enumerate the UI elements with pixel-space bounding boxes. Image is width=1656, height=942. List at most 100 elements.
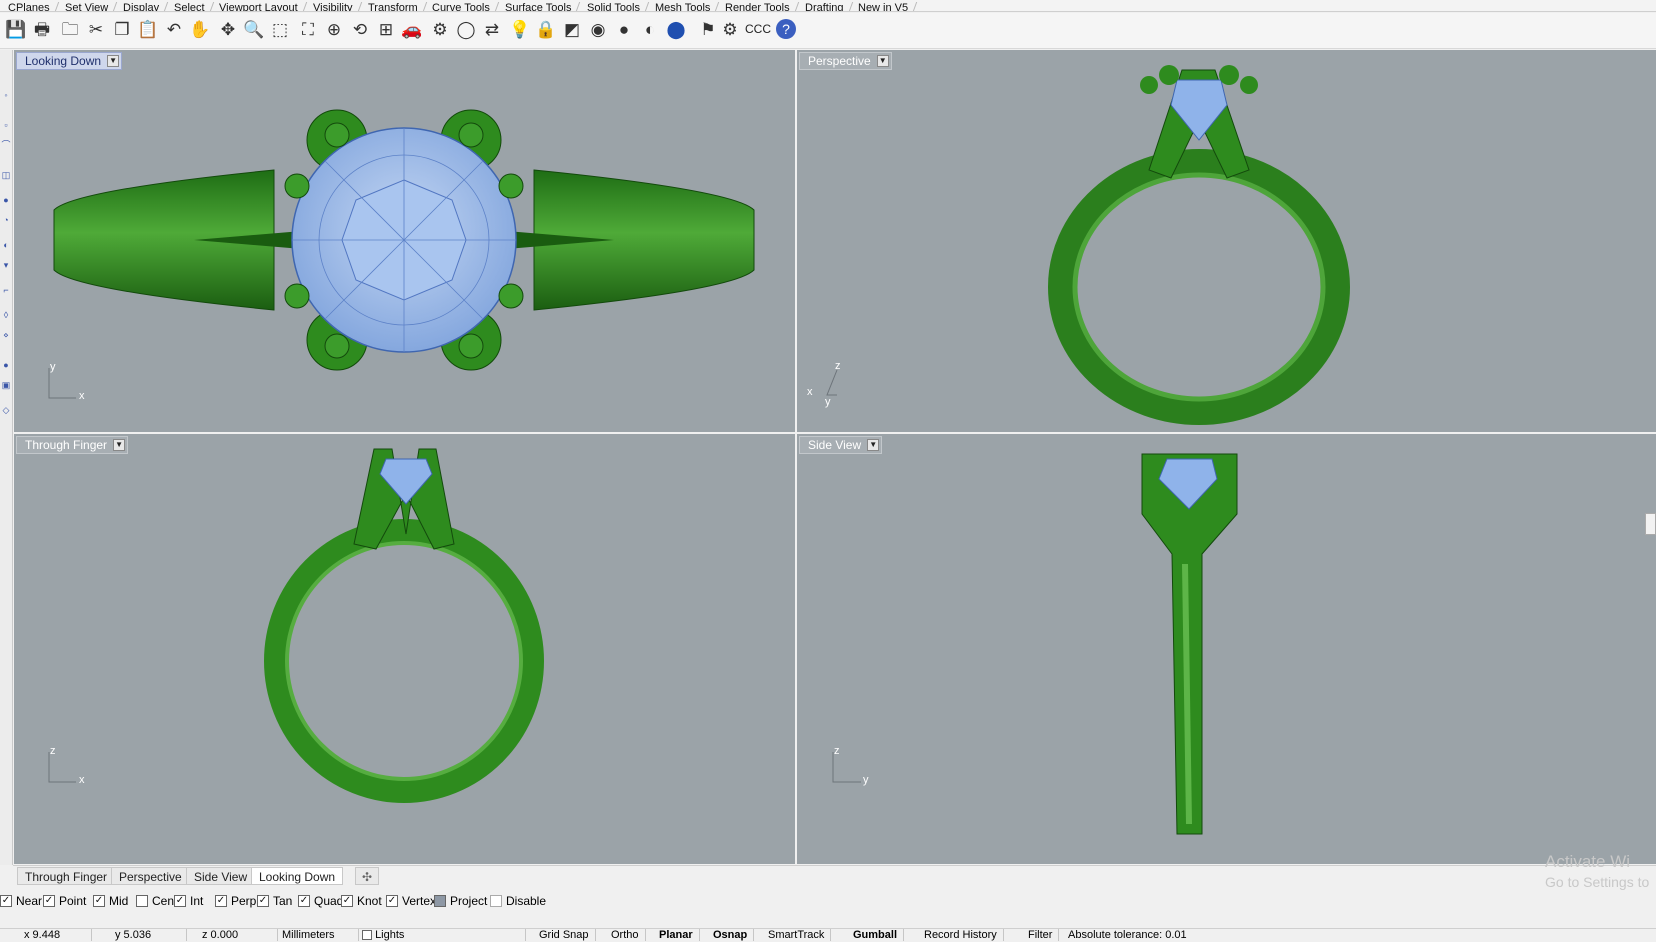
- viewport-menu-arrow-icon[interactable]: ▼: [107, 55, 120, 67]
- undo-icon[interactable]: ↶: [162, 17, 186, 41]
- light-bulb-icon[interactable]: 💡: [508, 17, 532, 41]
- lock-icon[interactable]: 🔒: [534, 17, 558, 41]
- left-tool-icon[interactable]: ◊: [1, 310, 11, 320]
- flag-icon[interactable]: ⚑: [696, 17, 720, 41]
- checkbox[interactable]: ✓: [0, 895, 12, 907]
- left-tool-icon[interactable]: ●: [1, 360, 11, 370]
- menu-tab-cplanes[interactable]: CPlanes: [0, 2, 59, 11]
- record-history-toggle[interactable]: Record History: [918, 929, 1004, 941]
- car-icon[interactable]: 🚗: [400, 17, 424, 41]
- menu-tab-visibility[interactable]: Visibility: [302, 2, 362, 11]
- menu-tab-render-tools[interactable]: Render Tools: [714, 2, 799, 11]
- tab-perspective[interactable]: Perspective: [111, 867, 190, 885]
- lights-toggle[interactable]: Lights: [356, 929, 526, 941]
- rotate-view-icon[interactable]: ✥: [216, 17, 240, 41]
- left-tool-icon[interactable]: ⌒: [1, 140, 11, 150]
- osnap-quad[interactable]: ✓ Quad: [298, 894, 343, 908]
- add-viewport-tab-icon[interactable]: ✣: [355, 867, 380, 885]
- units-label[interactable]: Millimeters: [276, 929, 359, 941]
- menu-tab-surface-tools[interactable]: Surface Tools: [495, 2, 581, 11]
- left-tool-icon[interactable]: ◫: [1, 170, 11, 180]
- zoom-icon[interactable]: 🔍: [242, 17, 266, 41]
- color-wheel-icon[interactable]: ◉: [586, 17, 610, 41]
- viewport-title[interactable]: Perspective ▼: [799, 52, 892, 70]
- open-icon[interactable]: 🗀: [58, 17, 82, 41]
- viewport-title[interactable]: Side View ▼: [799, 436, 883, 454]
- osnap-cen[interactable]: Cen: [136, 894, 174, 908]
- zoom-window-icon[interactable]: ⬚: [268, 17, 292, 41]
- menu-tab-curve-tools[interactable]: Curve Tools: [422, 2, 500, 11]
- osnap-toggle[interactable]: Osnap: [707, 929, 755, 941]
- filter-toggle[interactable]: Filter: [1022, 929, 1060, 941]
- tab-looking-down[interactable]: Looking Down: [251, 867, 344, 885]
- viewport-title[interactable]: Looking Down ▼: [16, 52, 123, 70]
- osnap-knot[interactable]: ✓ Knot: [341, 894, 382, 908]
- circle-snap-icon[interactable]: ◯: [454, 17, 478, 41]
- material-sphere-icon[interactable]: ●: [612, 17, 636, 41]
- left-tool-icon[interactable]: ⋄: [1, 330, 11, 340]
- checkbox[interactable]: [490, 895, 502, 907]
- gear-icon[interactable]: ⚙: [718, 17, 742, 41]
- undo-view-icon[interactable]: ⟲: [348, 17, 372, 41]
- menu-tab-select[interactable]: Select: [163, 2, 214, 11]
- save-icon[interactable]: 💾: [4, 17, 28, 41]
- side-panel-edge[interactable]: [1645, 513, 1656, 535]
- left-tool-icon[interactable]: ⌐: [1, 285, 11, 295]
- left-tool-icon[interactable]: ◐: [1, 240, 11, 250]
- viewport-menu-arrow-icon[interactable]: ▼: [113, 439, 126, 451]
- checkbox[interactable]: ✓: [298, 895, 310, 907]
- zoom-selected-icon[interactable]: ⊕: [322, 17, 346, 41]
- cut-icon[interactable]: ✂: [84, 17, 108, 41]
- gumball-toggle[interactable]: Gumball: [847, 929, 905, 941]
- menu-tab-drafting[interactable]: Drafting: [794, 2, 853, 11]
- osnap-tan[interactable]: ✓ Tan: [257, 894, 292, 908]
- paste-icon[interactable]: 📋: [136, 17, 160, 41]
- checkbox[interactable]: ✓: [257, 895, 269, 907]
- blue-sphere-icon[interactable]: ⬤: [664, 17, 688, 41]
- left-tool-icon[interactable]: ▣: [1, 380, 11, 390]
- checkbox[interactable]: ✓: [93, 895, 105, 907]
- checkbox[interactable]: ✓: [215, 895, 227, 907]
- osnap-disable[interactable]: Disable: [490, 894, 546, 908]
- four-viewports-icon[interactable]: ⊞: [374, 17, 398, 41]
- tab-through-finger[interactable]: Through Finger: [17, 867, 116, 885]
- osnap-int[interactable]: ✓ Int: [174, 894, 203, 908]
- checkbox[interactable]: ✓: [174, 895, 186, 907]
- checkbox[interactable]: [136, 895, 148, 907]
- ccc-button[interactable]: CCC: [743, 17, 773, 41]
- left-tool-icon[interactable]: ◔: [1, 215, 11, 225]
- left-tool-icon[interactable]: ◦: [1, 90, 11, 100]
- menu-tab-viewport-layout[interactable]: Viewport Layout: [209, 2, 308, 11]
- planar-toggle[interactable]: Planar: [653, 929, 700, 941]
- render-sphere-icon[interactable]: ◐: [638, 17, 662, 41]
- checkbox[interactable]: ✓: [386, 895, 398, 907]
- checkbox[interactable]: ✓: [43, 895, 55, 907]
- left-tool-icon[interactable]: ▾: [1, 260, 11, 270]
- osnap-point[interactable]: ✓ Point: [43, 894, 86, 908]
- checkbox[interactable]: ✓: [341, 895, 353, 907]
- menu-tab-solid-tools[interactable]: Solid Tools: [576, 2, 649, 11]
- viewport-title[interactable]: Through Finger ▼: [16, 436, 129, 454]
- smarttrack-toggle[interactable]: SmartTrack: [762, 929, 832, 941]
- grid-snap-toggle[interactable]: Grid Snap: [533, 929, 596, 941]
- pan-hand-icon[interactable]: ✋: [188, 17, 212, 41]
- tab-side-view[interactable]: Side View: [186, 867, 256, 885]
- print-icon[interactable]: 🖶: [30, 17, 54, 41]
- menu-tab-display[interactable]: Display: [112, 2, 169, 11]
- viewport-through-finger[interactable]: z x Through Finger ▼: [14, 434, 795, 864]
- left-tool-icon[interactable]: ●: [1, 195, 11, 205]
- left-tool-icon[interactable]: ◇: [1, 405, 11, 415]
- viewport-menu-arrow-icon[interactable]: ▼: [867, 439, 880, 451]
- copy-icon[interactable]: ❐: [110, 17, 134, 41]
- osnap-project[interactable]: Project: [434, 894, 487, 908]
- menu-tab-set-view[interactable]: Set View: [54, 2, 117, 11]
- menu-tab-transform[interactable]: Transform: [357, 2, 427, 11]
- gumball-icon[interactable]: ⇄: [480, 17, 504, 41]
- viewport-side-view[interactable]: z y Side View ▼: [797, 434, 1656, 864]
- zoom-extents-icon[interactable]: ⛶: [296, 17, 320, 41]
- shaded-icon[interactable]: ◩: [560, 17, 584, 41]
- help-icon[interactable]: ?: [776, 19, 796, 39]
- osnap-perp[interactable]: ✓ Perp: [215, 894, 256, 908]
- menu-tab-new-in-v5[interactable]: New in V5: [848, 2, 918, 11]
- ortho-toggle[interactable]: Ortho: [605, 929, 646, 941]
